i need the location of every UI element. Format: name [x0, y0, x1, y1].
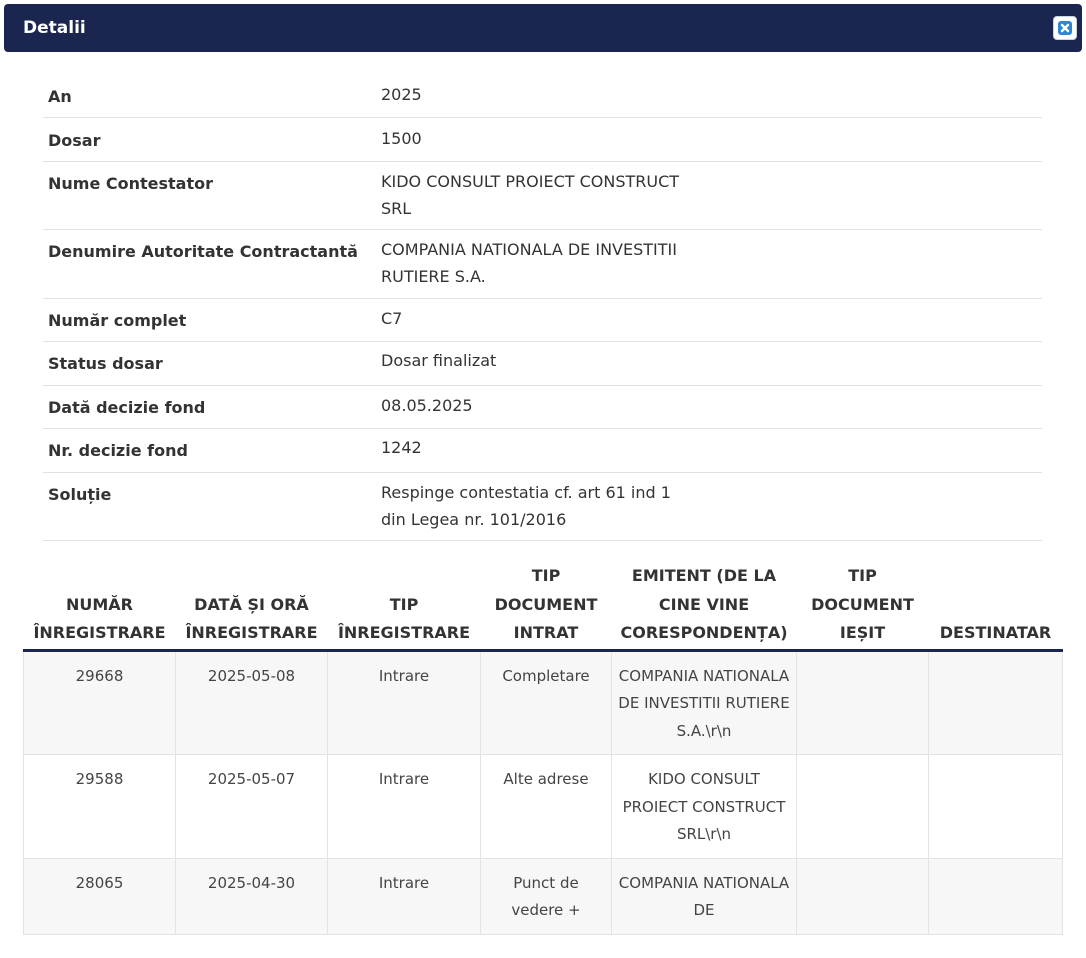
table-row[interactable]: 29588 2025-05-07 Intrare Alte adrese KIDO CO… [23, 754, 1063, 859]
table-cell [796, 754, 929, 859]
detail-value: Respinge contestatia cf. art 61 ind 1 di… [381, 483, 671, 529]
close-button[interactable] [1053, 16, 1077, 40]
table-cell: Alte adrese [480, 754, 612, 859]
column-header[interactable]: DATĂ ȘI ORĂ ÎNREGISTRARE [175, 560, 328, 652]
detail-value: 08.05.2025 [381, 396, 473, 415]
table-cell: 28065 [23, 857, 176, 935]
detail-label: Nume Contestator [48, 174, 213, 193]
detail-value: 2025 [381, 85, 422, 104]
detail-value: KIDO CONSULT PROIECT CONSTRUCT SRL [381, 172, 680, 218]
details-list: An 2025 Dosar 1500 Nume Contestator KIDO CONS… [43, 73, 1042, 541]
column-header[interactable]: NUMĂR ÎNREGISTRARE [23, 560, 176, 652]
table-cell [928, 857, 1063, 935]
table-cell: Intrare [327, 649, 481, 755]
detail-value: Dosar finalizat [381, 351, 497, 370]
table-cell [796, 649, 929, 755]
column-header[interactable]: TIP ÎNREGISTRARE [327, 560, 481, 652]
table-cell: 2025-05-08 [175, 649, 328, 755]
detail-row: Nume Contestator KIDO CONSULT PROIECT CON… [43, 162, 1042, 230]
table-row[interactable]: 28065 2025-04-30 Intrare Punct de vedere + C… [23, 857, 1063, 935]
detail-value: C7 [381, 309, 403, 328]
dialog-titlebar: Detalii [4, 4, 1082, 52]
close-icon [1058, 21, 1072, 35]
table-cell: KIDO CONSULT PROIECT CONSTRUCT SRL\r\n [611, 754, 797, 859]
table-cell: 2025-04-30 [175, 857, 328, 935]
detail-row: Număr complet C7 [43, 299, 1042, 342]
table-cell: Intrare [327, 754, 481, 859]
detail-row: An 2025 [43, 73, 1042, 118]
table-cell: COMPANIA NATIONALA DE INVESTITII RUTIERE… [611, 649, 797, 755]
detail-label: Număr complet [48, 311, 187, 330]
detail-row: Status dosar Dosar finalizat [43, 342, 1042, 386]
detail-label: Status dosar [48, 354, 163, 373]
table-cell [928, 649, 1063, 755]
details-dialog: Detalii An 2025 Dosar 1500 Nume Contestator K… [0, 0, 1086, 958]
table-cell: 29588 [23, 754, 176, 859]
detail-row: Denumire Autoritate Contractantă COMPANIA… [43, 230, 1042, 299]
table-cell: COMPANIA NATIONALA DE [611, 857, 797, 935]
detail-label: Denumire Autoritate Contractantă [48, 242, 358, 261]
detail-row: Soluție Respinge contestatia cf. art 61 i… [43, 473, 1042, 541]
detail-row: Nr. decizie fond 1242 [43, 429, 1042, 473]
column-header[interactable]: TIP DOCUMENT INTRAT [480, 560, 612, 652]
table-cell: Punct de vedere + [480, 857, 612, 935]
column-header[interactable]: TIP DOCUMENT IEȘIT [796, 560, 929, 652]
table-cell: 2025-05-07 [175, 754, 328, 859]
table-row[interactable]: 29668 2025-05-08 Intrare Completare COMPANIA… [23, 649, 1063, 755]
table-cell: Intrare [327, 857, 481, 935]
detail-row: Dosar 1500 [43, 118, 1042, 162]
detail-label: Dosar [48, 131, 101, 150]
detail-value: 1242 [381, 438, 422, 457]
column-header[interactable]: DESTINATAR [928, 560, 1063, 652]
detail-row: Dată decizie fond 08.05.2025 [43, 386, 1042, 429]
correspondence-table: NUMĂR ÎNREGISTRARE DATĂ ȘI ORĂ ÎNREGISTRA… [23, 560, 1063, 935]
dialog-title: Detalii [23, 18, 86, 38]
detail-label: An [48, 87, 72, 106]
detail-label: Dată decizie fond [48, 398, 206, 417]
column-header[interactable]: EMITENT (DE LA CINE VINE CORESPONDENȚA) [611, 560, 797, 652]
table-cell: 29668 [23, 649, 176, 755]
table-body: 29668 2025-05-08 Intrare Completare COMPANIA… [23, 649, 1063, 935]
detail-label: Nr. decizie fond [48, 441, 188, 460]
table-cell [928, 754, 1063, 859]
table-cell [796, 857, 929, 935]
detail-value: 1500 [381, 129, 422, 148]
detail-label: Soluție [48, 485, 112, 504]
table-cell: Completare [480, 649, 612, 755]
detail-value: COMPANIA NATIONALA DE INVESTITII RUTIERE… [381, 240, 677, 286]
table-header-row: NUMĂR ÎNREGISTRARE DATĂ ȘI ORĂ ÎNREGISTRA… [23, 560, 1063, 652]
